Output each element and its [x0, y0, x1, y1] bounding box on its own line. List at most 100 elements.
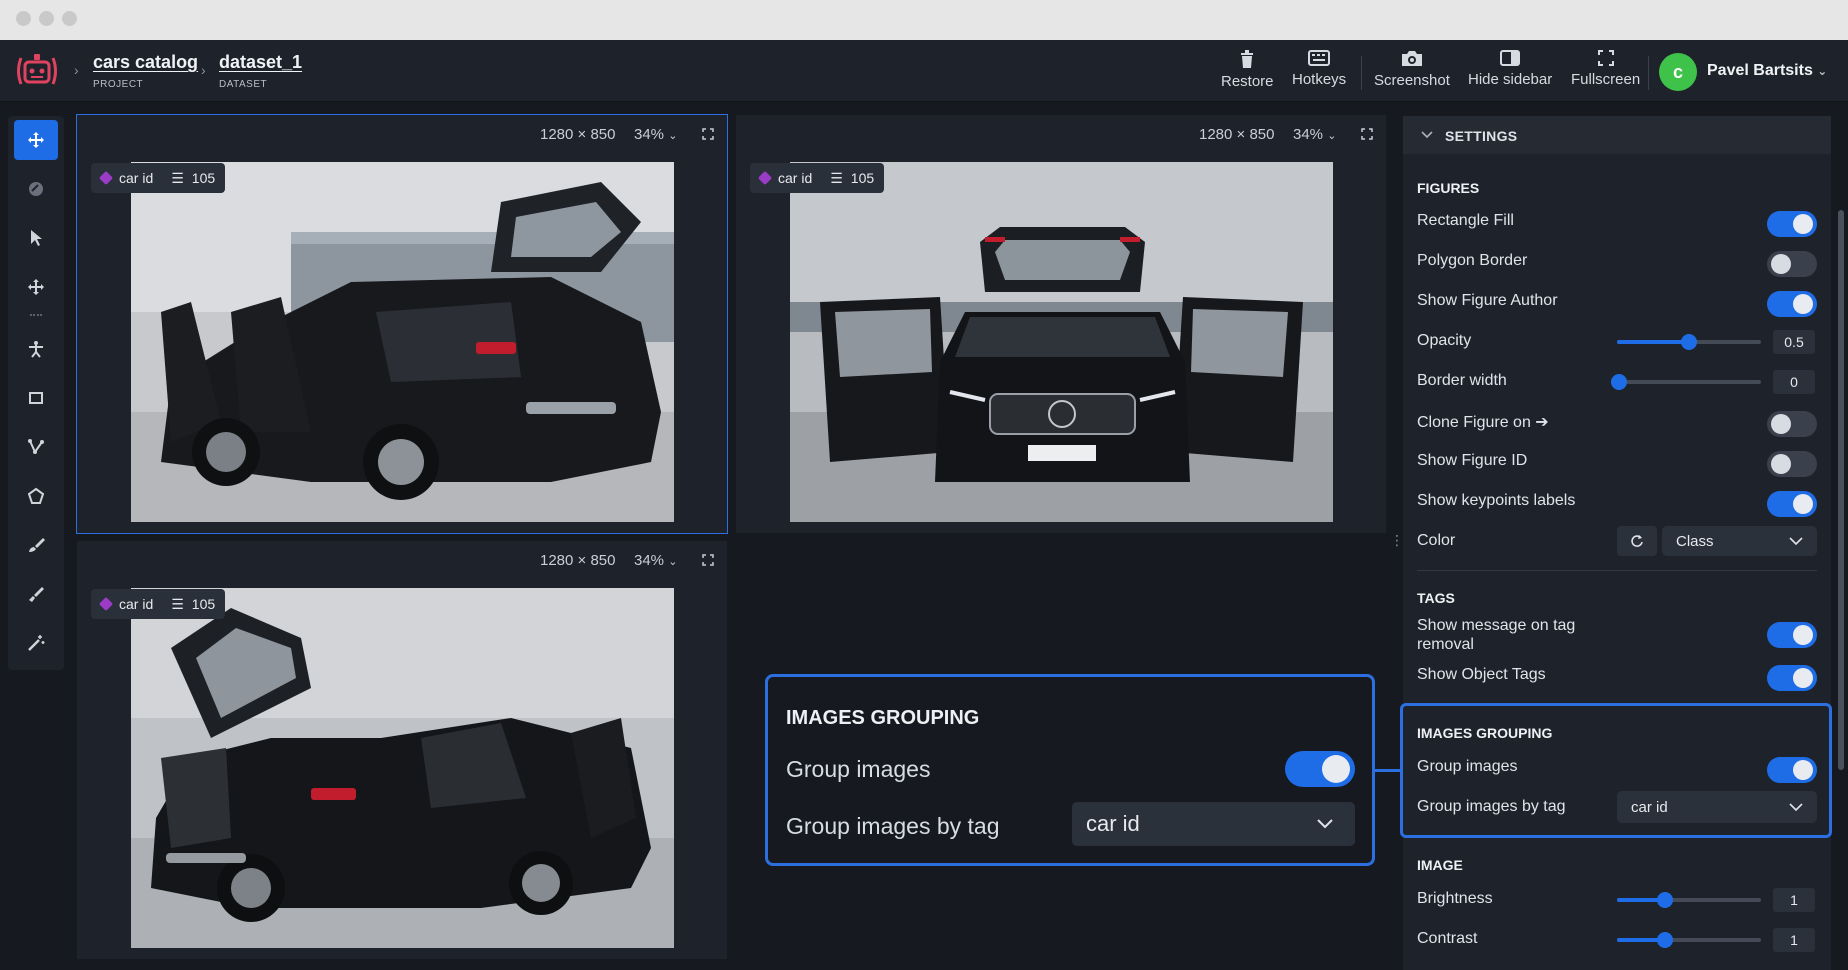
callout-group-tag-select[interactable]: car id [1072, 802, 1355, 846]
clone-figure-toggle[interactable] [1767, 411, 1817, 437]
show-figure-author-label: Show Figure Author [1417, 292, 1558, 309]
image-tag-pill[interactable]: car id ☰ 105 [91, 589, 226, 619]
reset-color-button[interactable] [1617, 526, 1657, 556]
brush-icon [29, 538, 45, 552]
image-section-title: IMAGE [1417, 857, 1463, 873]
brightness-slider[interactable] [1617, 892, 1761, 908]
expand-icon[interactable] [702, 554, 714, 566]
fullscreen-label: Fullscreen [1571, 71, 1641, 88]
polygon-tool[interactable] [14, 476, 58, 516]
color-mode-select[interactable]: Class [1662, 526, 1817, 556]
robot-logo-icon[interactable] [14, 50, 60, 92]
border-width-label: Border width [1417, 372, 1507, 389]
header-divider [1648, 56, 1649, 90]
dataset-link[interactable]: dataset_1 [219, 52, 302, 73]
panel-toolbar: 1280 × 850 34% ⌄ [736, 115, 1386, 153]
chevron-down-icon: ⌄ [1327, 130, 1337, 142]
polygon-border-toggle[interactable] [1767, 251, 1817, 277]
chevron-down-icon [1317, 819, 1333, 829]
hotkeys-button[interactable]: Hotkeys [1292, 50, 1346, 88]
image-panel[interactable]: 1280 × 850 34% ⌄ car id ☰ 105 [76, 114, 728, 534]
zoom-value: 34% [634, 552, 665, 569]
user-menu[interactable]: Pavel Bartsits ⌄ [1707, 62, 1827, 80]
chevron-down-icon [1789, 537, 1803, 546]
rectangle-icon [29, 392, 43, 404]
breadcrumb-dataset[interactable]: dataset_1 DATASET [219, 52, 302, 90]
list-icon: ☰ [830, 169, 843, 186]
zoom-select[interactable]: 34% ⌄ [1293, 126, 1336, 143]
sidebar-scrollbar[interactable] [1838, 210, 1844, 770]
breadcrumb-project[interactable]: cars catalog PROJECT [93, 52, 198, 90]
polyline-icon [28, 439, 44, 455]
window-zoom-dot[interactable] [62, 11, 77, 26]
pointer-tool[interactable] [14, 218, 58, 258]
border-width-value[interactable]: 0 [1773, 370, 1815, 394]
tag-removal-message-toggle[interactable] [1767, 622, 1817, 648]
zoom-select[interactable]: 34% ⌄ [634, 552, 677, 569]
fullscreen-button[interactable]: Fullscreen [1571, 50, 1640, 88]
color-mode-value: Class [1676, 533, 1714, 550]
hide-sidebar-button[interactable]: Hide sidebar [1468, 50, 1552, 88]
contrast-label: Contrast [1417, 930, 1478, 947]
avatar[interactable]: c [1659, 53, 1697, 91]
polygon-icon [27, 487, 45, 504]
rectangle-fill-toggle[interactable] [1767, 211, 1817, 237]
hotkeys-label: Hotkeys [1292, 71, 1347, 88]
tag-value: 105 [191, 170, 216, 186]
smart-tool[interactable] [14, 623, 58, 663]
brightness-value[interactable]: 1 [1773, 888, 1815, 912]
opacity-value[interactable]: 0.5 [1773, 330, 1815, 354]
polyline-tool[interactable] [14, 427, 58, 467]
callout-title: IMAGES GROUPING [786, 707, 980, 729]
show-figure-author-toggle[interactable] [1767, 291, 1817, 317]
refresh-icon [1631, 535, 1643, 547]
grouping-highlight-box [1400, 703, 1832, 838]
window-close-dot[interactable] [16, 11, 31, 26]
drag-icon [28, 279, 44, 295]
resize-handle-icon[interactable]: ⋮ [1390, 532, 1404, 549]
callout-group-images-label: Group images [786, 756, 931, 782]
tags-section-title: TAGS [1417, 590, 1455, 606]
magic-fill-tool[interactable] [14, 169, 58, 209]
image-tag-pill[interactable]: car id ☰ 105 [91, 163, 226, 193]
contrast-slider[interactable] [1617, 932, 1761, 948]
restore-label: Restore [1221, 73, 1274, 90]
brush-tool[interactable] [14, 525, 58, 565]
keypoint-tool[interactable] [14, 329, 58, 369]
expand-icon[interactable] [1361, 128, 1373, 140]
eraser-tool[interactable] [14, 574, 58, 614]
opacity-slider[interactable] [1617, 334, 1761, 350]
tool-palette [8, 116, 64, 670]
callout-group-images-toggle[interactable] [1285, 751, 1355, 787]
zoom-value: 34% [1293, 126, 1324, 143]
restore-button[interactable]: Restore [1221, 50, 1274, 90]
expand-icon[interactable] [702, 128, 714, 140]
tag-removal-message-label: Show message on tag removal [1417, 617, 1576, 653]
drag-tool[interactable] [14, 267, 58, 307]
project-caption: PROJECT [93, 79, 144, 90]
rectangle-tool[interactable] [14, 378, 58, 418]
car-photo[interactable] [790, 162, 1333, 522]
move-tool[interactable] [14, 120, 58, 160]
image-panel[interactable]: 1280 × 850 34% ⌄ car id ☰ 105 [736, 115, 1386, 533]
tag-value: 105 [191, 596, 216, 612]
project-link[interactable]: cars catalog [93, 52, 198, 73]
car-photo[interactable] [131, 162, 674, 522]
image-tag-pill[interactable]: car id ☰ 105 [750, 163, 885, 193]
smart-tool-icon [28, 635, 45, 651]
border-width-slider[interactable] [1611, 374, 1761, 390]
show-object-tags-toggle[interactable] [1767, 665, 1817, 691]
car-photo[interactable] [131, 588, 674, 948]
window-minimize-dot[interactable] [39, 11, 54, 26]
settings-title: SETTINGS [1445, 128, 1518, 144]
show-object-tags-label: Show Object Tags [1417, 666, 1546, 683]
settings-header[interactable]: SETTINGS [1403, 116, 1831, 154]
chevron-down-icon: ⌄ [668, 130, 678, 142]
section-divider [1417, 570, 1817, 571]
show-keypoints-labels-toggle[interactable] [1767, 491, 1817, 517]
screenshot-button[interactable]: Screenshot [1374, 50, 1450, 89]
contrast-value[interactable]: 1 [1773, 928, 1815, 952]
zoom-select[interactable]: 34% ⌄ [634, 126, 677, 143]
show-figure-id-toggle[interactable] [1767, 451, 1817, 477]
image-panel[interactable]: 1280 × 850 34% ⌄ car id ☰ 105 [77, 541, 727, 959]
